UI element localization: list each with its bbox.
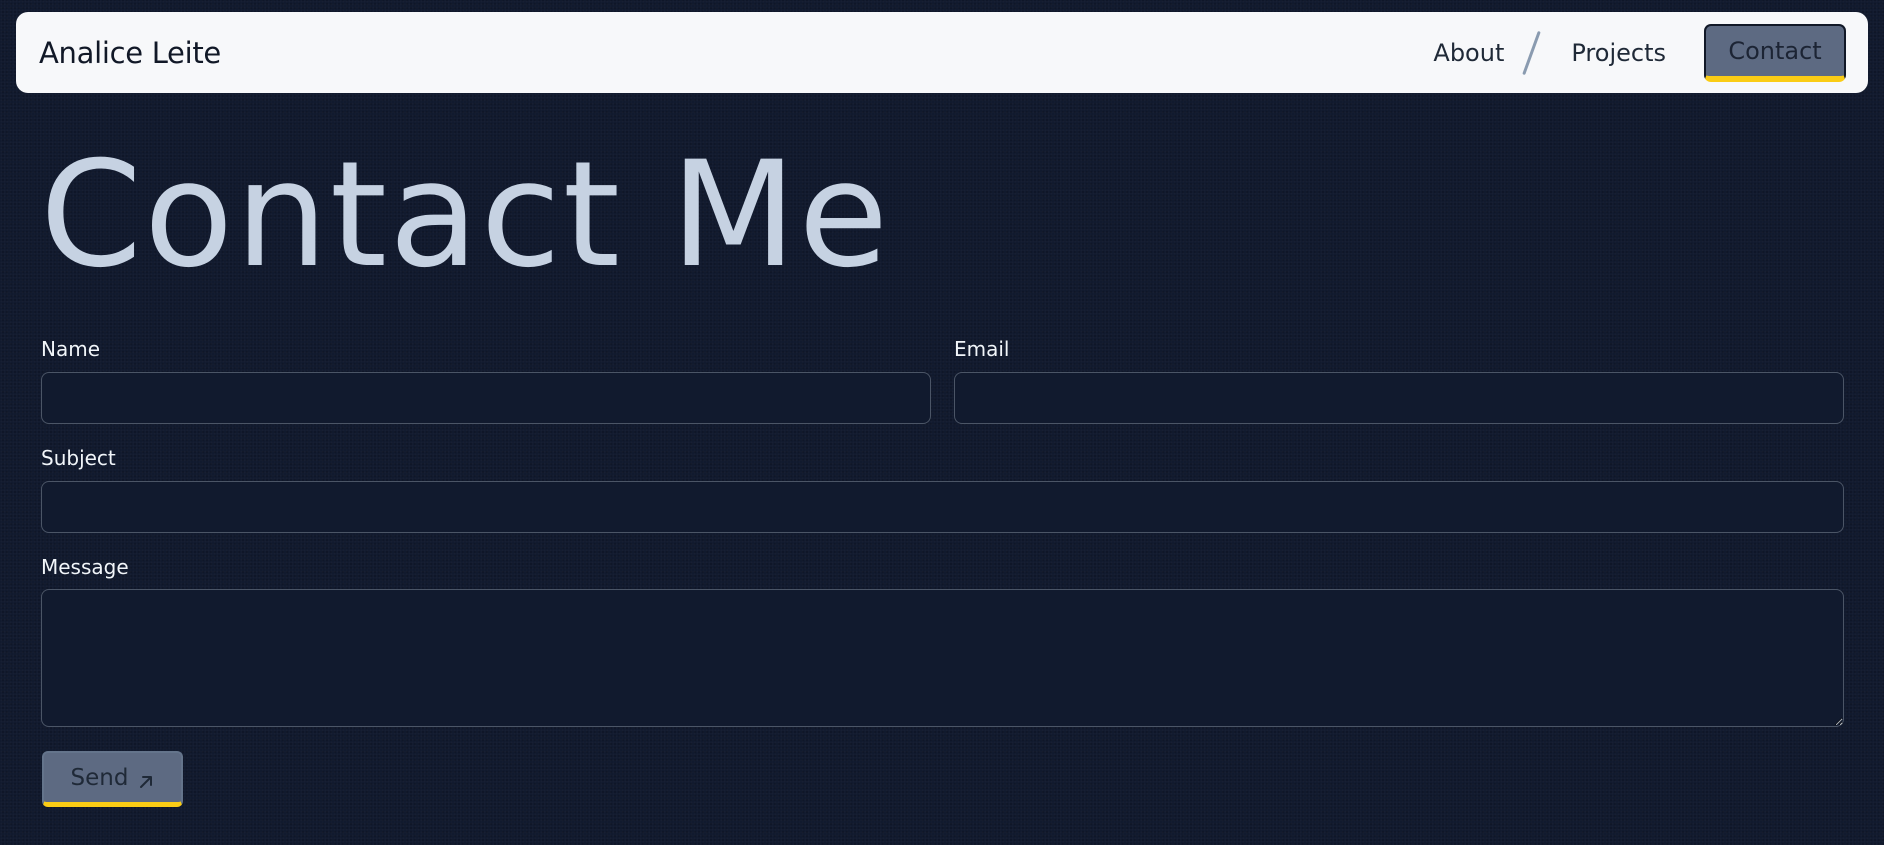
- send-label: Send: [70, 764, 129, 791]
- email-label: Email: [954, 337, 1010, 361]
- nav-contact-link[interactable]: Contact: [1704, 23, 1846, 82]
- message-label: Message: [41, 555, 129, 579]
- message-field[interactable]: [41, 589, 1844, 727]
- nav-projects-link[interactable]: Projects: [1563, 33, 1674, 73]
- name-label: Name: [41, 337, 101, 361]
- site-brand[interactable]: Analice Leite: [39, 36, 221, 70]
- name-field[interactable]: [41, 372, 931, 424]
- page-title: Contact Me: [40, 130, 891, 300]
- subject-label: Subject: [41, 446, 116, 470]
- nav-separator: [1522, 30, 1542, 75]
- navbar: Analice Leite About Projects Contact: [16, 12, 1868, 93]
- main-nav: About Projects Contact: [1425, 12, 1846, 93]
- subject-field[interactable]: [41, 481, 1844, 533]
- nav-about-link[interactable]: About: [1425, 33, 1512, 73]
- arrow-up-right-icon: [138, 770, 154, 788]
- send-button[interactable]: Send: [42, 751, 183, 807]
- email-field[interactable]: [954, 372, 1844, 424]
